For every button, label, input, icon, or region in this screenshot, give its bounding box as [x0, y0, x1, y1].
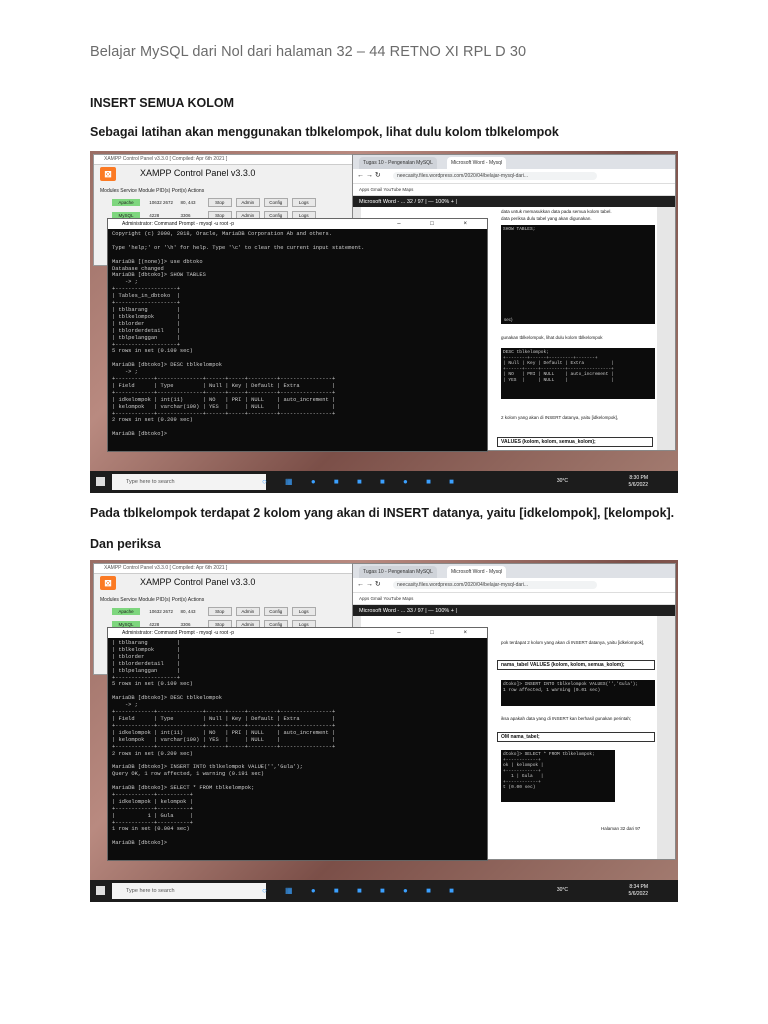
- xampp-titlebar: XAMPP Control Panel v3.3.0 [ Compiled: A…: [94, 564, 356, 574]
- logs-button[interactable]: Logs: [291, 607, 316, 616]
- module-port: 80, 443: [180, 609, 196, 614]
- pdf-terminal-image: dtoko]> INSERT INTO tblkelompok VALUES('…: [501, 680, 655, 706]
- command-prompt-window: Administrator: Command Prompt - mysql -u…: [107, 627, 488, 861]
- paragraph-columns: Pada tblkelompok terdapat 2 kolom yang a…: [90, 506, 675, 520]
- pdf-page-footer: Halaman 32 dari 97: [601, 826, 641, 831]
- config-button[interactable]: Config: [263, 198, 288, 207]
- terminal-titlebar: Administrator: Command Prompt - mysql -u…: [108, 628, 487, 638]
- xampp-column-headers: Modules Service Module PID(s) Port(s) Ac…: [100, 597, 205, 603]
- section-title: INSERT SEMUA KOLOM: [90, 96, 234, 110]
- pdf-terminal-text: SHOW TABLES;: [503, 227, 536, 232]
- admin-button[interactable]: Admin: [235, 607, 260, 616]
- weather-readout: 30°C: [556, 887, 568, 893]
- module-port: 80, 443: [180, 200, 196, 205]
- tab-tugas[interactable]: Tugas 10 - Pengenalan MySQL: [359, 566, 437, 578]
- admin-button[interactable]: Admin: [235, 198, 260, 207]
- taskbar-search-input[interactable]: Type here to search: [112, 883, 266, 899]
- taskbar-search-input[interactable]: Type here to search: [112, 474, 266, 490]
- bookmarks-bar: Apps Gmail YouTube Maps: [353, 184, 675, 196]
- back-forward-reload-icon[interactable]: ← → ↻: [357, 169, 381, 183]
- module-name: Apache: [112, 199, 140, 206]
- pdf-syntax-box: OM nama_tabel;: [497, 732, 655, 742]
- paragraph-check: Dan periksa: [90, 537, 161, 551]
- xampp-column-headers: Modules Service Module PID(s) Port(s) Ac…: [100, 188, 205, 194]
- xampp-titlebar: XAMPP Control Panel v3.3.0 [ Compiled: A…: [94, 155, 356, 165]
- pdf-text: data untuk memasukkan data pada semua ko…: [501, 209, 612, 214]
- xampp-title: XAMPP Control Panel v3.3.0: [140, 168, 256, 178]
- paragraph-intro: Sebagai latihan akan menggunakan tblkelo…: [90, 125, 559, 139]
- clock-time: 8:30 PM: [629, 475, 648, 481]
- back-forward-reload-icon[interactable]: ← → ↻: [357, 578, 381, 592]
- terminal-output: | tblbarang | | tblkelompok | | tblorder…: [112, 640, 336, 847]
- terminal-title: Administrator: Command Prompt - mysql -u…: [122, 221, 234, 227]
- logs-button[interactable]: Logs: [291, 198, 316, 207]
- system-clock: 8:30 PM 5/6/2022: [629, 475, 648, 489]
- url-input[interactable]: neecasity.files.wordpress.com/2020/04/be…: [393, 172, 597, 180]
- command-prompt-window: Administrator: Command Prompt - mysql -u…: [107, 218, 488, 452]
- pdf-syntax-box: nama_tabel VALUES (kolom, kolom, semua_k…: [497, 660, 655, 670]
- xampp-row-apache: Apache 10632 2672 80, 443 Stop Admin Confi…: [112, 198, 320, 207]
- clock-date: 5/6/2022: [628, 891, 648, 897]
- bookmarks-bar: Apps Gmail YouTube Maps: [353, 593, 675, 605]
- xampp-row-apache: Apache 10632 2672 80, 443 Stop Admin Confi…: [112, 607, 320, 616]
- stop-button[interactable]: Stop: [207, 607, 232, 616]
- module-pid: 10632 2672: [149, 200, 174, 205]
- pdf-terminal-image: SHOW TABLES;: [501, 225, 655, 324]
- pdf-terminal-image: DESC tblkelompok; +--------+------+-----…: [501, 348, 655, 399]
- taskbar: Type here to search ○ ▦ ● ■ ■ ■ ● ■ ■ 30…: [90, 880, 678, 902]
- screenshot-insert-select: XAMPP Control Panel v3.3.0 [ Compiled: A…: [90, 560, 678, 902]
- terminal-output: Copyright (c) 2000, 2018, Oracle, MariaD…: [112, 231, 365, 438]
- document-header: Belajar MySQL dari Nol dari halaman 32 –…: [90, 44, 527, 60]
- url-input[interactable]: neecasity.files.wordpress.com/2020/04/be…: [393, 581, 597, 589]
- pdf-text: data periksa dulu tabel yang akan diguna…: [501, 216, 592, 221]
- tab-word[interactable]: Microsoft Word - Mysql: [447, 157, 507, 169]
- xampp-logo-icon: ⊠: [100, 167, 116, 181]
- window-controls-icon[interactable]: – □ ×: [397, 628, 481, 638]
- xampp-title: XAMPP Control Panel v3.3.0: [140, 577, 256, 587]
- clock-time: 8:34 PM: [629, 884, 648, 890]
- chrome-addressbar: ← → ↻ neecasity.files.wordpress.com/2020…: [353, 169, 675, 184]
- module-name: Apache: [112, 608, 140, 615]
- terminal-title: Administrator: Command Prompt - mysql -u…: [122, 630, 234, 636]
- pdf-terminal-text: sec): [504, 317, 513, 322]
- pdf-text: iksa apakah data yang di INSERT kan berh…: [501, 716, 632, 721]
- xampp-logo-icon: ⊠: [100, 576, 116, 590]
- stop-button[interactable]: Stop: [207, 198, 232, 207]
- weather-readout: 30°C: [556, 478, 568, 484]
- taskbar: Type here to search ○ ▦ ● ■ ■ ■ ● ■ ■ 30…: [90, 471, 678, 493]
- windows-start-icon[interactable]: [96, 477, 105, 486]
- module-pid: 10632 2672: [149, 609, 174, 614]
- chrome-addressbar: ← → ↻ neecasity.files.wordpress.com/2020…: [353, 578, 675, 593]
- pdf-terminal-image: dtoko]> SELECT * FROM tblkelompok; +----…: [501, 750, 615, 802]
- screenshot-desc-tblkelompok: XAMPP Control Panel v3.3.0 [ Compiled: A…: [90, 151, 678, 493]
- windows-start-icon[interactable]: [96, 886, 105, 895]
- taskbar-app-icons[interactable]: ○ ▦ ● ■ ■ ■ ● ■ ■: [262, 886, 462, 895]
- clock-date: 5/6/2022: [628, 482, 648, 488]
- window-controls-icon[interactable]: – □ ×: [397, 219, 481, 229]
- config-button[interactable]: Config: [263, 607, 288, 616]
- chrome-tabstrip: Tugas 10 - Pengenalan MySQL Microsoft Wo…: [353, 155, 675, 169]
- tab-word[interactable]: Microsoft Word - Mysql: [447, 566, 507, 578]
- pdf-text: pok terdapat 2 kolom yang akan di INSERT…: [501, 640, 645, 645]
- pdf-text: 2 kolom yang akan di INSERT datanya, yai…: [501, 415, 619, 420]
- pdf-syntax-box: VALUES (kolom, kolom, semua_kolom);: [497, 437, 653, 447]
- chrome-tabstrip: Tugas 10 - Pengenalan MySQL Microsoft Wo…: [353, 564, 675, 578]
- pdf-text: gunakan tblkelompok, lihat dulu kolom tb…: [501, 335, 603, 340]
- taskbar-app-icons[interactable]: ○ ▦ ● ■ ■ ■ ● ■ ■: [262, 477, 462, 486]
- terminal-titlebar: Administrator: Command Prompt - mysql -u…: [108, 219, 487, 229]
- tab-tugas[interactable]: Tugas 10 - Pengenalan MySQL: [359, 157, 437, 169]
- system-clock: 8:34 PM 5/6/2022: [629, 884, 648, 898]
